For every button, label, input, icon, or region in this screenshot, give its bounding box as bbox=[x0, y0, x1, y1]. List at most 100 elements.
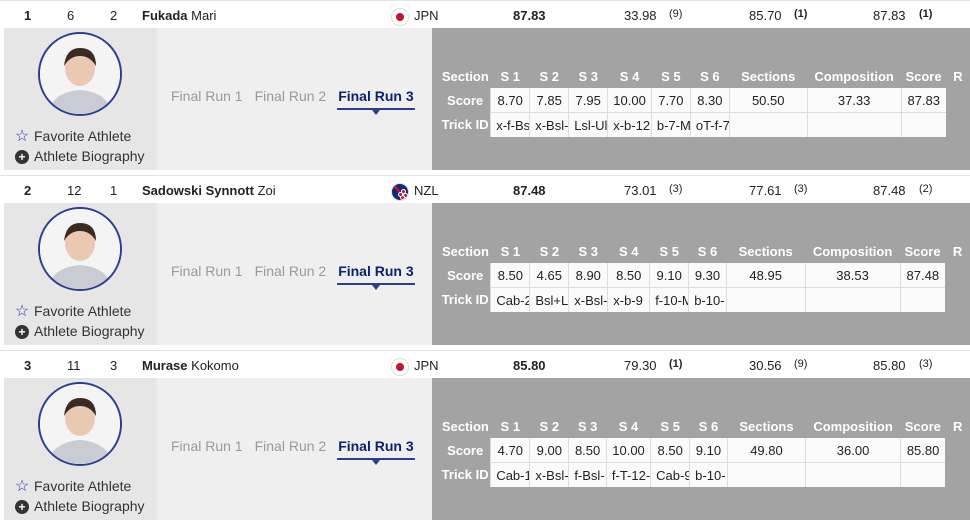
score-cell: 36.00 bbox=[805, 438, 901, 463]
athlete-summary-row[interactable]: 3 11 3 Murase Kokomo JPN 85.80 79.30 (1) 30.56 (9… bbox=[0, 350, 970, 379]
trick-row-label: Trick ID bbox=[441, 292, 489, 308]
athlete-name[interactable]: Sadowski Synnott Zoi bbox=[142, 183, 276, 198]
trick-cell[interactable]: x-Bsl- bbox=[568, 287, 608, 312]
trick-cell[interactable]: f-T-12- bbox=[605, 462, 651, 487]
athlete-name[interactable]: Fukada Mari bbox=[142, 8, 216, 23]
score-cell: 38.53 bbox=[804, 263, 901, 288]
tab-final-run-3[interactable]: Final Run 3 bbox=[337, 438, 416, 465]
score-row: Score 8.70 7.85 7.95 10.00 7.70 8.30 50.50 37.33… bbox=[440, 88, 970, 113]
column-header: S 6 bbox=[697, 243, 718, 259]
favorite-athlete-link[interactable]: ☆ Favorite Athlete bbox=[14, 301, 131, 321]
score-cell: 87.83 bbox=[900, 88, 946, 113]
score-row-label: Score bbox=[447, 442, 484, 458]
trick-cell[interactable]: b-10- bbox=[688, 287, 727, 312]
score-table-header: Section S 1 S 2 S 3 S 4 S 5 S 6 Sections Composi… bbox=[440, 64, 970, 88]
section-header: Section bbox=[441, 418, 489, 434]
score-breakdown-panel: Section S 1 S 2 S 3 S 4 S 5 S 6 Sections Composi… bbox=[432, 28, 970, 170]
score-cell: 7.85 bbox=[529, 88, 569, 113]
avatar[interactable] bbox=[38, 32, 122, 116]
trick-cell[interactable]: Bsl+L bbox=[529, 287, 569, 312]
column-header: Sections bbox=[739, 418, 794, 434]
trick-cell[interactable]: Cab-2 bbox=[490, 287, 530, 312]
column-header: S 4 bbox=[618, 418, 639, 434]
run-3-score: 87.48 bbox=[873, 183, 906, 198]
trick-cell[interactable]: x-b-12 bbox=[607, 112, 652, 137]
column-header: Composition bbox=[814, 68, 894, 84]
column-header: R bbox=[952, 418, 963, 434]
score-table: Section S 1 S 2 S 3 S 4 S 5 S 6 Sections Composi… bbox=[440, 414, 970, 487]
score-cell: 48.95 bbox=[725, 263, 806, 288]
trick-cell[interactable]: x-b-9 bbox=[607, 287, 650, 312]
score-cell: 85.80 bbox=[899, 438, 946, 463]
score-cell: 49.80 bbox=[726, 438, 806, 463]
trick-cell[interactable]: b-10- bbox=[689, 462, 728, 487]
trick-cell bbox=[726, 462, 806, 487]
athlete-biography-link[interactable]: + Athlete Biography bbox=[14, 498, 145, 514]
trick-cell bbox=[805, 462, 901, 487]
athlete-biography-link[interactable]: + Athlete Biography bbox=[14, 148, 145, 164]
plus-circle-icon: + bbox=[14, 148, 30, 164]
run-1-rank: (1) bbox=[669, 358, 683, 370]
score-breakdown-panel: Section S 1 S 2 S 3 S 4 S 5 S 6 Sections Composi… bbox=[432, 378, 970, 520]
tab-final-run-3[interactable]: Final Run 3 bbox=[337, 263, 416, 290]
run-tabs: Final Run 1 Final Run 2 Final Run 3 bbox=[171, 263, 426, 290]
column-header: Composition bbox=[813, 418, 893, 434]
column-header: S 2 bbox=[539, 243, 560, 259]
tab-final-run-2[interactable]: Final Run 2 bbox=[255, 88, 327, 104]
tab-final-run-2[interactable]: Final Run 2 bbox=[255, 263, 327, 279]
score-table-header: Section S 1 S 2 S 3 S 4 S 5 S 6 Sections Composi… bbox=[440, 239, 970, 263]
avatar[interactable] bbox=[38, 382, 122, 466]
trick-cell[interactable]: x-Bsl- bbox=[529, 462, 569, 487]
favorite-athlete-link[interactable]: ☆ Favorite Athlete bbox=[14, 126, 131, 146]
best-score: 85.80 bbox=[513, 358, 546, 373]
trick-cell bbox=[725, 287, 806, 312]
score-cell: 50.50 bbox=[728, 88, 808, 113]
column-header: S 3 bbox=[578, 68, 598, 84]
athlete-biography-link[interactable]: + Athlete Biography bbox=[14, 323, 145, 339]
union-jack-canton bbox=[392, 184, 400, 192]
bib-number: 1 bbox=[110, 183, 118, 198]
start-order: 11 bbox=[67, 358, 81, 373]
trick-cell bbox=[804, 287, 901, 312]
tab-final-run-1[interactable]: Final Run 1 bbox=[171, 438, 243, 454]
athlete-name[interactable]: Murase Kokomo bbox=[142, 358, 239, 373]
run-2-rank: (9) bbox=[794, 358, 808, 370]
score-cell: 8.50 bbox=[607, 263, 650, 288]
tab-final-run-1[interactable]: Final Run 1 bbox=[171, 88, 243, 104]
athlete-summary-row[interactable]: 1 6 2 Fukada Mari JPN 87.83 33.98 (9) 85.70 (1) 87… bbox=[0, 0, 970, 29]
trick-cell[interactable]: Lsl-Ul bbox=[568, 112, 608, 137]
trick-cell[interactable]: x-f-Bs bbox=[490, 112, 530, 137]
score-cell: 8.70 bbox=[490, 88, 530, 113]
athlete-summary-row[interactable]: 2 12 1 Sadowski Synnott Zoi NZL 87.48 73.01 (3)… bbox=[0, 175, 970, 204]
score-cell: 10.00 bbox=[605, 438, 651, 463]
athlete-biography-label: Athlete Biography bbox=[34, 148, 145, 164]
first-name: Mari bbox=[191, 8, 217, 23]
run-tabs: Final Run 1 Final Run 2 Final Run 3 bbox=[171, 438, 426, 465]
first-name: Zoi bbox=[257, 183, 276, 198]
trick-cell[interactable]: x-Bsl- bbox=[529, 112, 569, 137]
run-2-score: 77.61 bbox=[749, 183, 782, 198]
trick-cell[interactable]: b-7-M bbox=[650, 112, 691, 137]
trick-cell[interactable]: oT-f-7 bbox=[689, 112, 730, 137]
run-1-score: 79.30 bbox=[624, 358, 657, 373]
start-order: 12 bbox=[67, 183, 82, 198]
trick-cell[interactable]: f-10-M bbox=[649, 287, 689, 312]
column-header: S 6 bbox=[700, 68, 720, 84]
flag-star bbox=[404, 194, 407, 197]
tab-final-run-2[interactable]: Final Run 2 bbox=[255, 438, 327, 454]
avatar[interactable] bbox=[38, 207, 122, 291]
plus-glyph: + bbox=[15, 500, 29, 514]
trick-cell[interactable]: Cab-9 bbox=[650, 462, 690, 487]
tab-final-run-3[interactable]: Final Run 3 bbox=[337, 88, 416, 115]
trick-cell[interactable]: f-Bsl- bbox=[568, 462, 607, 487]
star-outline-icon: ☆ bbox=[14, 303, 30, 320]
trick-cell[interactable]: Cab-1 bbox=[490, 462, 530, 487]
score-table: Section S 1 S 2 S 3 S 4 S 5 S 6 Sections Composi… bbox=[440, 64, 970, 137]
run-2-score: 85.70 bbox=[749, 8, 782, 23]
favorite-athlete-link[interactable]: ☆ Favorite Athlete bbox=[14, 476, 131, 496]
run-2-rank: (3) bbox=[794, 183, 808, 195]
tab-final-run-1[interactable]: Final Run 1 bbox=[171, 263, 243, 279]
flag-icon bbox=[391, 183, 409, 201]
star-outline-icon: ☆ bbox=[14, 478, 30, 495]
score-cell: 4.65 bbox=[529, 263, 569, 288]
